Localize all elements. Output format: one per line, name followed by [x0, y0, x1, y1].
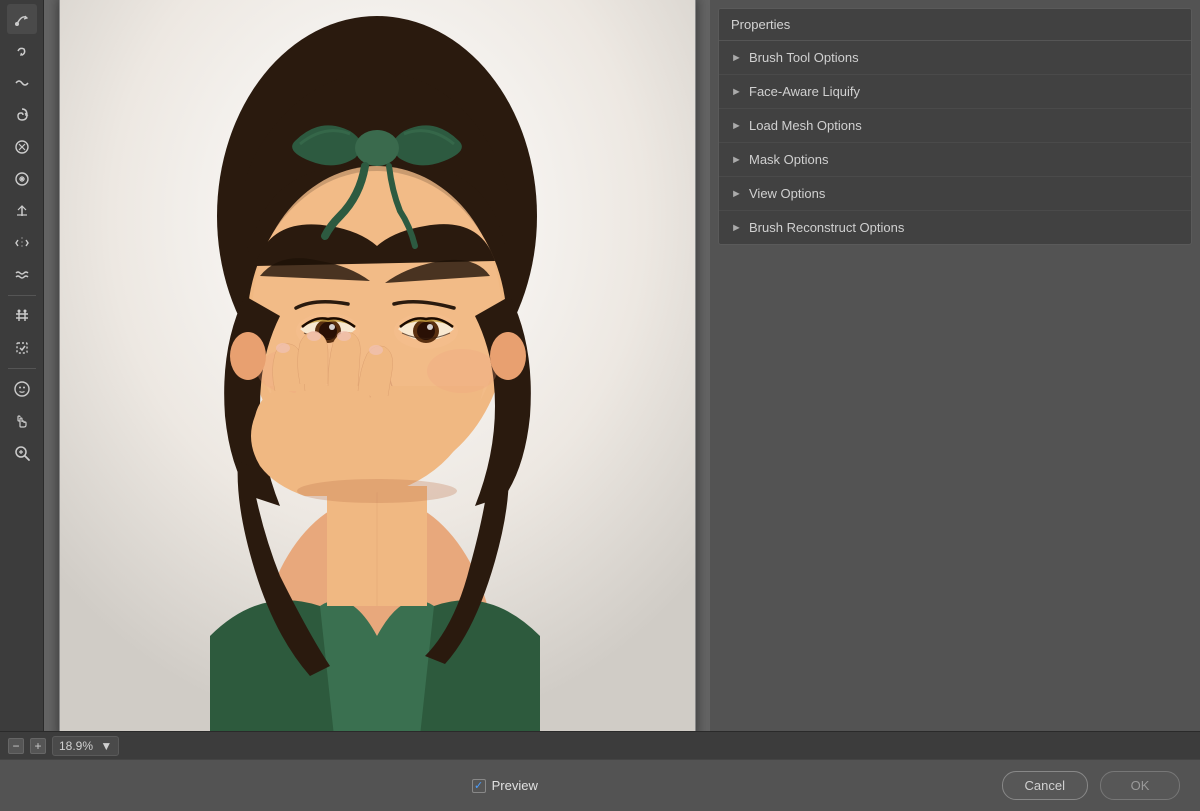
arrow-icon-face-aware: ► — [731, 86, 741, 98]
preview-label: Preview — [492, 778, 538, 793]
arrow-icon-view-options: ► — [731, 188, 741, 200]
tool-pucker[interactable] — [7, 132, 37, 162]
toolbar — [0, 0, 44, 731]
panel-item-load-mesh[interactable]: ► Load Mesh Options — [719, 109, 1191, 143]
tool-zoom[interactable] — [7, 438, 37, 468]
panel-item-view-options[interactable]: ► View Options — [719, 177, 1191, 211]
panel-item-brush-reconstruct-label: Brush Reconstruct Options — [749, 220, 904, 235]
tool-freeze-mask[interactable] — [7, 301, 37, 331]
zoom-dropdown-arrow[interactable]: ▼ — [100, 739, 112, 753]
tool-separator-1 — [8, 295, 36, 296]
tool-twirl[interactable] — [7, 100, 37, 130]
properties-panel: Properties ► Brush Tool Options ► Face-A… — [718, 8, 1192, 245]
zoom-minus-button[interactable]: − — [8, 738, 24, 754]
preview-section: Preview — [472, 778, 538, 793]
ok-button[interactable]: OK — [1100, 771, 1180, 800]
properties-header: Properties — [719, 9, 1191, 41]
tool-turbulence[interactable] — [7, 260, 37, 290]
tool-forward-warp[interactable] — [7, 4, 37, 34]
zoom-plus-icon: + — [34, 739, 41, 753]
panel-item-mask-options[interactable]: ► Mask Options — [719, 143, 1191, 177]
tool-separator-2 — [8, 368, 36, 369]
panel-item-face-aware-label: Face-Aware Liquify — [749, 84, 860, 99]
zoom-display[interactable]: 18.9% ▼ — [52, 736, 119, 756]
panel-item-load-mesh-label: Load Mesh Options — [749, 118, 862, 133]
tool-thaw-mask[interactable] — [7, 333, 37, 363]
panel-item-brush-tool-label: Brush Tool Options — [749, 50, 859, 65]
canvas-wrapper — [59, 0, 696, 731]
main-area: Properties ► Brush Tool Options ► Face-A… — [0, 0, 1200, 731]
action-bar: Preview Cancel OK — [0, 759, 1200, 811]
tool-face[interactable] — [7, 374, 37, 404]
zoom-plus-button[interactable]: + — [30, 738, 46, 754]
tool-reconstruct[interactable] — [7, 36, 37, 66]
tool-bloat[interactable] — [7, 164, 37, 194]
status-bar: − + 18.9% ▼ — [0, 731, 1200, 759]
panel-item-face-aware[interactable]: ► Face-Aware Liquify — [719, 75, 1191, 109]
zoom-minus-icon: − — [12, 739, 19, 753]
canvas-image[interactable] — [60, 0, 695, 731]
right-panel: Properties ► Brush Tool Options ► Face-A… — [710, 0, 1200, 731]
preview-checkbox[interactable] — [472, 779, 486, 793]
zoom-value: 18.9% — [59, 739, 93, 753]
tool-mirror[interactable] — [7, 228, 37, 258]
tool-smooth[interactable] — [7, 68, 37, 98]
arrow-icon-brush-tool: ► — [731, 52, 741, 64]
preview-checkbox-wrapper[interactable]: Preview — [472, 778, 538, 793]
tool-push-left[interactable] — [7, 196, 37, 226]
panel-item-view-options-label: View Options — [749, 186, 825, 201]
panel-item-brush-reconstruct[interactable]: ► Brush Reconstruct Options — [719, 211, 1191, 244]
arrow-icon-load-mesh: ► — [731, 120, 741, 132]
arrow-icon-brush-reconstruct: ► — [731, 222, 741, 234]
arrow-icon-mask-options: ► — [731, 154, 741, 166]
panel-item-mask-options-label: Mask Options — [749, 152, 828, 167]
panel-item-brush-tool[interactable]: ► Brush Tool Options — [719, 41, 1191, 75]
cancel-button[interactable]: Cancel — [1002, 771, 1088, 800]
tool-hand[interactable] — [7, 406, 37, 436]
canvas-area — [44, 0, 710, 731]
